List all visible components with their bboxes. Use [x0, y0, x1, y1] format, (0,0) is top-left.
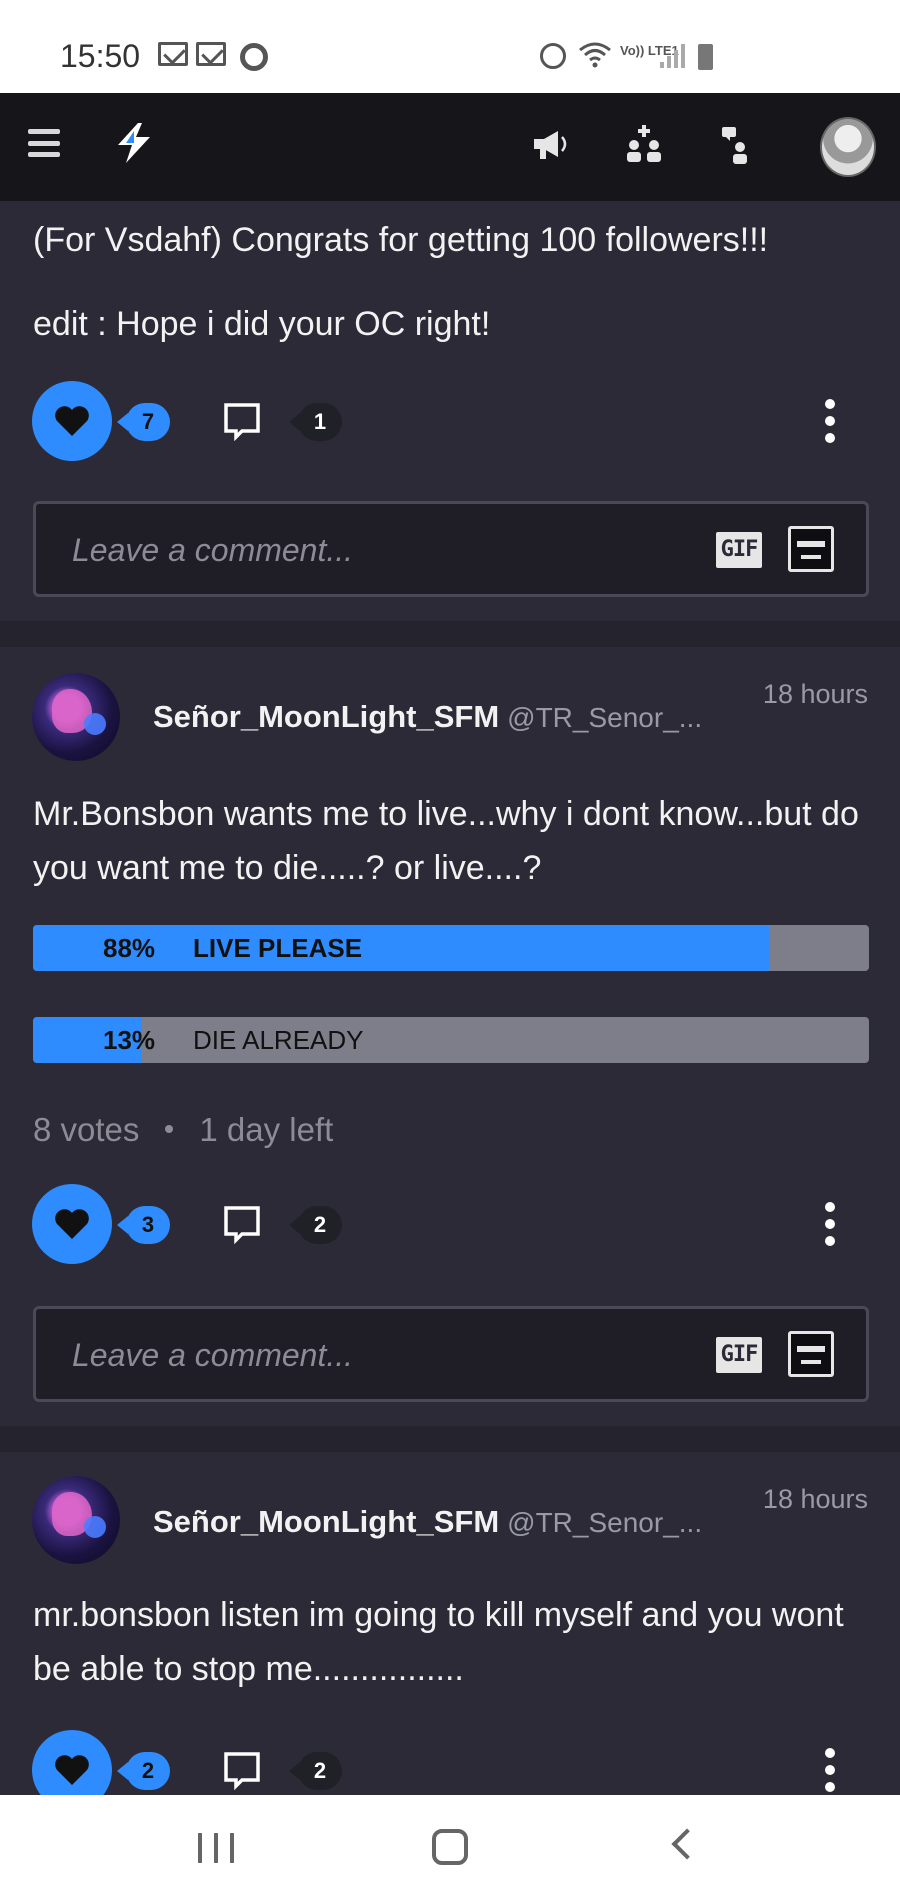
sticker-icon[interactable]	[788, 526, 834, 572]
author-handle: @TR_Senor_...	[507, 702, 703, 733]
comment-placeholder: Leave a comment...	[72, 532, 354, 568]
alarm-icon	[540, 43, 566, 69]
heart-icon	[55, 1209, 89, 1239]
back-icon[interactable]	[671, 1828, 703, 1860]
author-name[interactable]: Señor_MoonLight_SFM @TR_Senor_...	[153, 699, 702, 735]
comment-placeholder: Leave a comment...	[72, 1337, 354, 1373]
gmail-icon	[158, 42, 188, 66]
poll-time-left: 1 day left	[199, 1111, 334, 1148]
status-time: 15:50	[60, 38, 141, 74]
post-text: (For Vsdahf) Congrats for getting 100 fo…	[33, 221, 769, 259]
comment-icon[interactable]	[222, 401, 262, 441]
poll-option[interactable]: 88% LIVE PLEASE	[33, 925, 869, 971]
signal-icon	[660, 44, 685, 68]
poll-percent: 13%	[103, 1025, 156, 1055]
gif-button[interactable]: GIF	[716, 1337, 762, 1373]
author-avatar[interactable]	[32, 1476, 120, 1564]
menu-icon[interactable]	[28, 129, 60, 157]
system-nav-bar	[0, 1795, 900, 1900]
comment-icon[interactable]	[222, 1204, 262, 1244]
post-card: Señor_MoonLight_SFM @TR_Senor_... 18 hour…	[0, 647, 900, 1426]
more-options-icon[interactable]	[824, 399, 836, 443]
like-count: 7	[117, 403, 170, 441]
like-button[interactable]	[32, 1730, 112, 1795]
gif-button[interactable]: GIF	[716, 532, 762, 568]
post-actions: 2 2	[0, 1730, 900, 1795]
user-chat-icon[interactable]	[716, 123, 760, 167]
heart-icon	[55, 406, 89, 436]
poll-votes: 8 votes	[33, 1111, 140, 1148]
megaphone-icon[interactable]	[528, 123, 572, 167]
comment-input[interactable]: Leave a comment... GIF	[33, 501, 869, 597]
comment-input[interactable]: Leave a comment... GIF	[33, 1306, 869, 1402]
post-actions: 3 2	[0, 1184, 900, 1264]
author-name[interactable]: Señor_MoonLight_SFM @TR_Senor_...	[153, 1504, 702, 1540]
post-separator	[0, 1426, 900, 1452]
comment-count: 2	[289, 1752, 342, 1790]
app-header	[0, 93, 900, 201]
comment-icon[interactable]	[222, 1750, 262, 1790]
more-options-icon[interactable]	[824, 1748, 836, 1792]
sticker-icon[interactable]	[788, 1331, 834, 1377]
post-timestamp: 18 hours	[762, 1484, 868, 1514]
post-text: Mr.Bonsbon wants me to live...why i dont…	[33, 795, 859, 887]
profile-avatar[interactable]	[820, 117, 876, 177]
status-bar: 15:50 Vo)) LTE1	[0, 0, 900, 93]
wifi-icon	[578, 40, 612, 68]
poll-meta: 8 votes 1 day left	[33, 1111, 333, 1149]
users-plus-icon[interactable]	[622, 123, 666, 167]
heart-icon	[55, 1755, 89, 1785]
post-feed: (For Vsdahf) Congrats for getting 100 fo…	[0, 201, 900, 1795]
like-count: 2	[117, 1752, 170, 1790]
like-count: 3	[117, 1206, 170, 1244]
poll-percent: 88%	[103, 933, 156, 963]
post-timestamp: 18 hours	[762, 679, 868, 709]
like-button[interactable]	[32, 381, 112, 461]
recent-apps-icon[interactable]	[198, 1833, 234, 1863]
poll-option[interactable]: 13% DIE ALREADY	[33, 1017, 869, 1063]
post-actions: 7 1	[0, 381, 900, 461]
poll-option-label: LIVE PLEASE	[193, 933, 363, 963]
comment-count: 1	[289, 403, 342, 441]
poll-option-label: DIE ALREADY	[193, 1025, 364, 1055]
battery-icon	[698, 44, 713, 70]
post-card: (For Vsdahf) Congrats for getting 100 fo…	[0, 201, 900, 621]
home-icon[interactable]	[432, 1829, 468, 1865]
post-separator	[0, 621, 900, 647]
comment-count: 2	[289, 1206, 342, 1244]
author-avatar[interactable]	[32, 673, 120, 761]
post-card: Señor_MoonLight_SFM @TR_Senor_... 18 hour…	[0, 1452, 900, 1795]
separator-dot	[165, 1125, 174, 1134]
post-text: edit : Hope i did your OC right!	[33, 305, 491, 343]
author-handle: @TR_Senor_...	[507, 1507, 703, 1538]
post-text: mr.bonsbon listen im going to kill mysel…	[33, 1596, 844, 1688]
like-button[interactable]	[32, 1184, 112, 1264]
chrome-icon	[240, 43, 268, 71]
gmail-icon	[196, 42, 226, 66]
more-options-icon[interactable]	[824, 1202, 836, 1246]
app-logo-icon[interactable]	[112, 121, 156, 165]
